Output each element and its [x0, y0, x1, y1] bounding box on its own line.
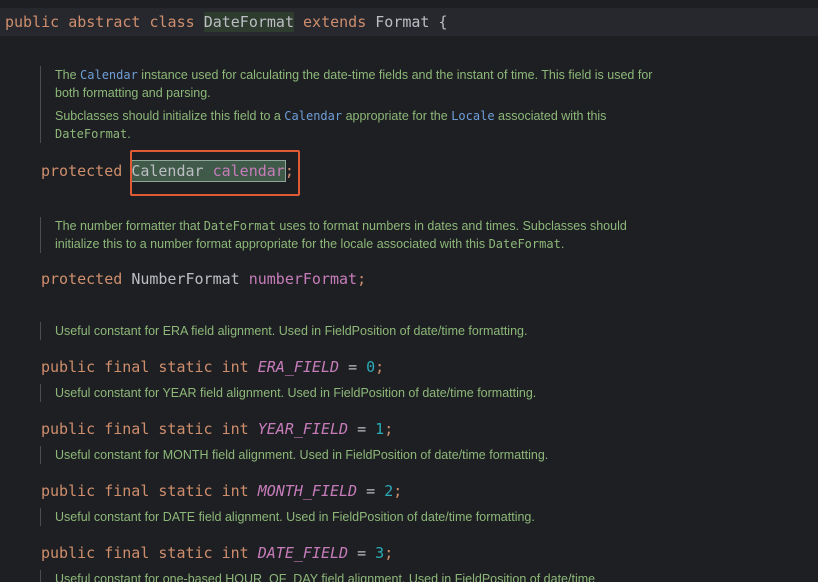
semicolon: ;	[357, 270, 367, 288]
class-name[interactable]: DateFormat	[203, 12, 294, 32]
javadoc-era-field: Useful constant for ERA field alignment.…	[40, 322, 755, 340]
parent-class-name[interactable]: Format	[375, 13, 429, 31]
field-name-numberformat[interactable]: numberFormat	[249, 270, 357, 288]
semicolon: ;	[375, 358, 385, 376]
doc-text: Useful constant for one-based HOUR_OF_DA…	[55, 572, 596, 582]
doc-text: appropriate for the	[342, 109, 452, 123]
keyword-protected: protected	[41, 162, 123, 180]
doc-text: Useful constant for YEAR field alignment…	[55, 386, 537, 400]
equals-sign: =	[348, 358, 358, 376]
doc-link-calendar[interactable]: Calendar	[80, 68, 138, 82]
javadoc-year-field: Useful constant for YEAR field alignment…	[40, 384, 755, 402]
doc-text: .	[127, 127, 131, 141]
keyword-int: int	[221, 544, 249, 562]
constant-value: 2	[384, 482, 394, 500]
doc-text: Useful constant for MONTH field alignmen…	[55, 448, 549, 462]
keyword-abstract: abstract	[68, 13, 141, 31]
keyword-extends: extends	[303, 13, 367, 31]
class-declaration-line[interactable]: public abstract class DateFormat extends…	[5, 12, 448, 32]
field-type-numberformat[interactable]: NumberFormat	[131, 270, 239, 288]
constant-name[interactable]: MONTH_FIELD	[258, 482, 357, 500]
doc-text: Useful constant for DATE field alignment…	[55, 510, 535, 524]
constant-name[interactable]: YEAR_FIELD	[258, 420, 348, 438]
keyword-public: public	[41, 358, 96, 376]
constant-month-field-line[interactable]: public final static int MONTH_FIELD = 2;	[41, 481, 402, 501]
semicolon: ;	[393, 482, 403, 500]
keyword-public: public	[41, 544, 96, 562]
javadoc-calendar: The Calendar instance used for calculati…	[40, 66, 665, 143]
constant-date-field-line[interactable]: public final static int DATE_FIELD = 3;	[41, 543, 393, 563]
constant-value: 0	[366, 358, 376, 376]
javadoc-calendar-paragraph-2: Subclasses should initialize this field …	[55, 107, 665, 143]
field-numberformat-line[interactable]: protected NumberFormat numberFormat;	[41, 269, 366, 289]
javadoc-numberformat-paragraph: The number formatter that DateFormat use…	[55, 217, 670, 253]
doc-code-dateformat: DateFormat	[203, 219, 276, 233]
keyword-final: final	[104, 420, 150, 438]
open-brace: {	[438, 13, 448, 31]
javadoc-calendar-paragraph-1: The Calendar instance used for calculati…	[55, 66, 665, 102]
doc-text: Useful constant for ERA field alignment.…	[55, 324, 528, 338]
keyword-final: final	[104, 358, 150, 376]
doc-code-dateformat: DateFormat	[488, 237, 561, 251]
doc-text: The	[55, 68, 81, 82]
keyword-final: final	[104, 482, 150, 500]
code-editor[interactable]: public abstract class DateFormat extends…	[0, 0, 818, 582]
keyword-int: int	[221, 358, 249, 376]
keyword-class: class	[149, 13, 195, 31]
equals-sign: =	[357, 420, 367, 438]
doc-text: instance used for calculating the date-t…	[55, 68, 653, 100]
keyword-static: static	[158, 544, 213, 562]
semicolon: ;	[384, 420, 394, 438]
doc-text: The number formatter that	[55, 219, 204, 233]
constant-year-field-line[interactable]: public final static int YEAR_FIELD = 1;	[41, 419, 393, 439]
javadoc-numberformat: The number formatter that DateFormat use…	[40, 217, 670, 253]
doc-text: associated with this	[494, 109, 607, 123]
javadoc-hour-of-day-field: Useful constant for one-based HOUR_OF_DA…	[40, 570, 815, 582]
doc-code-dateformat: DateFormat	[55, 127, 128, 141]
keyword-public: public	[41, 420, 96, 438]
keyword-public: public	[41, 482, 96, 500]
keyword-public: public	[5, 13, 60, 31]
constant-value: 3	[375, 544, 385, 562]
doc-link-locale[interactable]: Locale	[451, 109, 494, 123]
equals-sign: =	[366, 482, 376, 500]
highlight-box-annotation	[130, 150, 300, 196]
doc-text: .	[560, 237, 565, 251]
constant-name[interactable]: DATE_FIELD	[258, 544, 348, 562]
javadoc-date-field: Useful constant for DATE field alignment…	[40, 508, 755, 526]
doc-link-calendar[interactable]: Calendar	[284, 109, 342, 123]
doc-text: Subclasses should initialize this field …	[55, 109, 285, 123]
semicolon: ;	[384, 544, 394, 562]
keyword-static: static	[158, 482, 213, 500]
keyword-int: int	[221, 482, 249, 500]
javadoc-month-field: Useful constant for MONTH field alignmen…	[40, 446, 755, 464]
keyword-int: int	[221, 420, 249, 438]
keyword-protected: protected	[41, 270, 123, 288]
constant-value: 1	[375, 420, 385, 438]
constant-name[interactable]: ERA_FIELD	[258, 358, 339, 376]
keyword-static: static	[158, 358, 213, 376]
keyword-static: static	[158, 420, 213, 438]
keyword-final: final	[104, 544, 150, 562]
constant-era-field-line[interactable]: public final static int ERA_FIELD = 0;	[41, 357, 384, 377]
equals-sign: =	[357, 544, 367, 562]
